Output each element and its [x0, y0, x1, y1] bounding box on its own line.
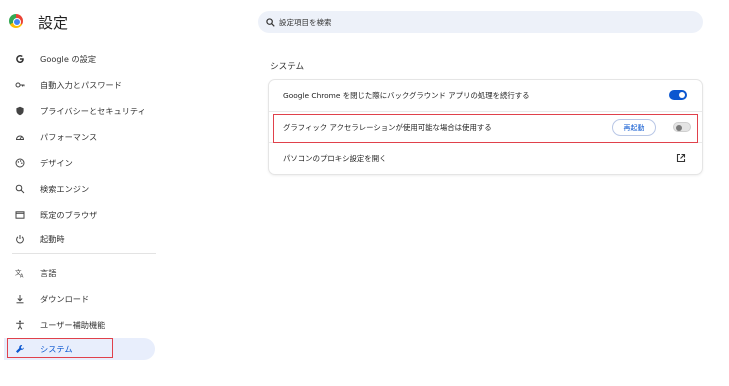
palette-icon: [14, 157, 26, 169]
open-external-icon[interactable]: [676, 153, 686, 163]
sidebar-divider: [12, 253, 156, 254]
highlight-box-row: [273, 114, 698, 143]
sidebar-item-label: 自動入力とパスワード: [40, 80, 122, 90]
background-apps-toggle[interactable]: [669, 90, 687, 100]
highlight-box-sidebar: [7, 338, 113, 358]
search-icon: [266, 17, 275, 27]
sidebar-item-label: 言語: [40, 268, 57, 278]
key-icon: [14, 79, 26, 91]
search-input[interactable]: 設定項目を検索: [279, 17, 332, 28]
setting-row-background-apps[interactable]: Google Chrome を閉じた際にバックグラウンド アプリの処理を続行する: [269, 80, 702, 111]
setting-label: Google Chrome を閉じた際にバックグラウンド アプリの処理を続行する: [283, 91, 530, 100]
sidebar-item-label: プライバシーとセキュリティ: [40, 106, 146, 116]
sidebar-item-privacy[interactable]: プライバシーとセキュリティ: [4, 100, 155, 122]
sidebar-item-design[interactable]: デザイン: [4, 152, 155, 174]
settings-page: 設定 設定項目を検索 Google の設定 自動入力とパスワード プライバシーと…: [0, 0, 729, 386]
sidebar-item-label: 既定のブラウザ: [40, 210, 98, 220]
sidebar-item-label: デザイン: [40, 158, 73, 168]
speedometer-icon: [14, 131, 26, 143]
sidebar-item-label: パフォーマンス: [40, 132, 98, 142]
sidebar-item-performance[interactable]: パフォーマンス: [4, 126, 155, 148]
svg-text:A: A: [20, 274, 24, 279]
sidebar-item-accessibility[interactable]: ユーザー補助機能: [4, 314, 155, 336]
sidebar-item-label: ユーザー補助機能: [40, 320, 106, 330]
sidebar-item-label: 検索エンジン: [40, 184, 90, 194]
sidebar-item-downloads[interactable]: ダウンロード: [4, 288, 155, 310]
sidebar-item-label: 起動時: [40, 234, 65, 244]
browser-icon: [14, 209, 26, 221]
sidebar-item-languages[interactable]: 文A 言語: [4, 262, 155, 284]
setting-label: パソコンのプロキシ設定を開く: [283, 153, 387, 163]
sidebar-item-search-engine[interactable]: 検索エンジン: [4, 178, 155, 200]
sidebar-item-default-browser[interactable]: 既定のブラウザ: [4, 204, 155, 226]
translate-icon: 文A: [14, 267, 26, 279]
download-icon: [14, 293, 26, 305]
google-g-icon: [14, 53, 26, 65]
chrome-logo: [9, 14, 23, 28]
setting-row-proxy[interactable]: パソコンのプロキシ設定を開く: [269, 142, 702, 173]
search-icon: [14, 183, 26, 195]
sidebar-item-label: Google の設定: [40, 54, 97, 64]
sidebar-item-label: ダウンロード: [40, 294, 90, 304]
search-bar[interactable]: 設定項目を検索: [258, 11, 703, 33]
sidebar-item-autofill[interactable]: 自動入力とパスワード: [4, 74, 155, 96]
section-title: システム: [270, 62, 305, 72]
power-icon: [14, 233, 26, 245]
page-title: 設定: [38, 14, 69, 32]
shield-icon: [14, 105, 26, 117]
sidebar-item-startup[interactable]: 起動時: [4, 228, 155, 250]
sidebar-item-google[interactable]: Google の設定: [4, 48, 155, 70]
accessibility-icon: [14, 319, 26, 331]
